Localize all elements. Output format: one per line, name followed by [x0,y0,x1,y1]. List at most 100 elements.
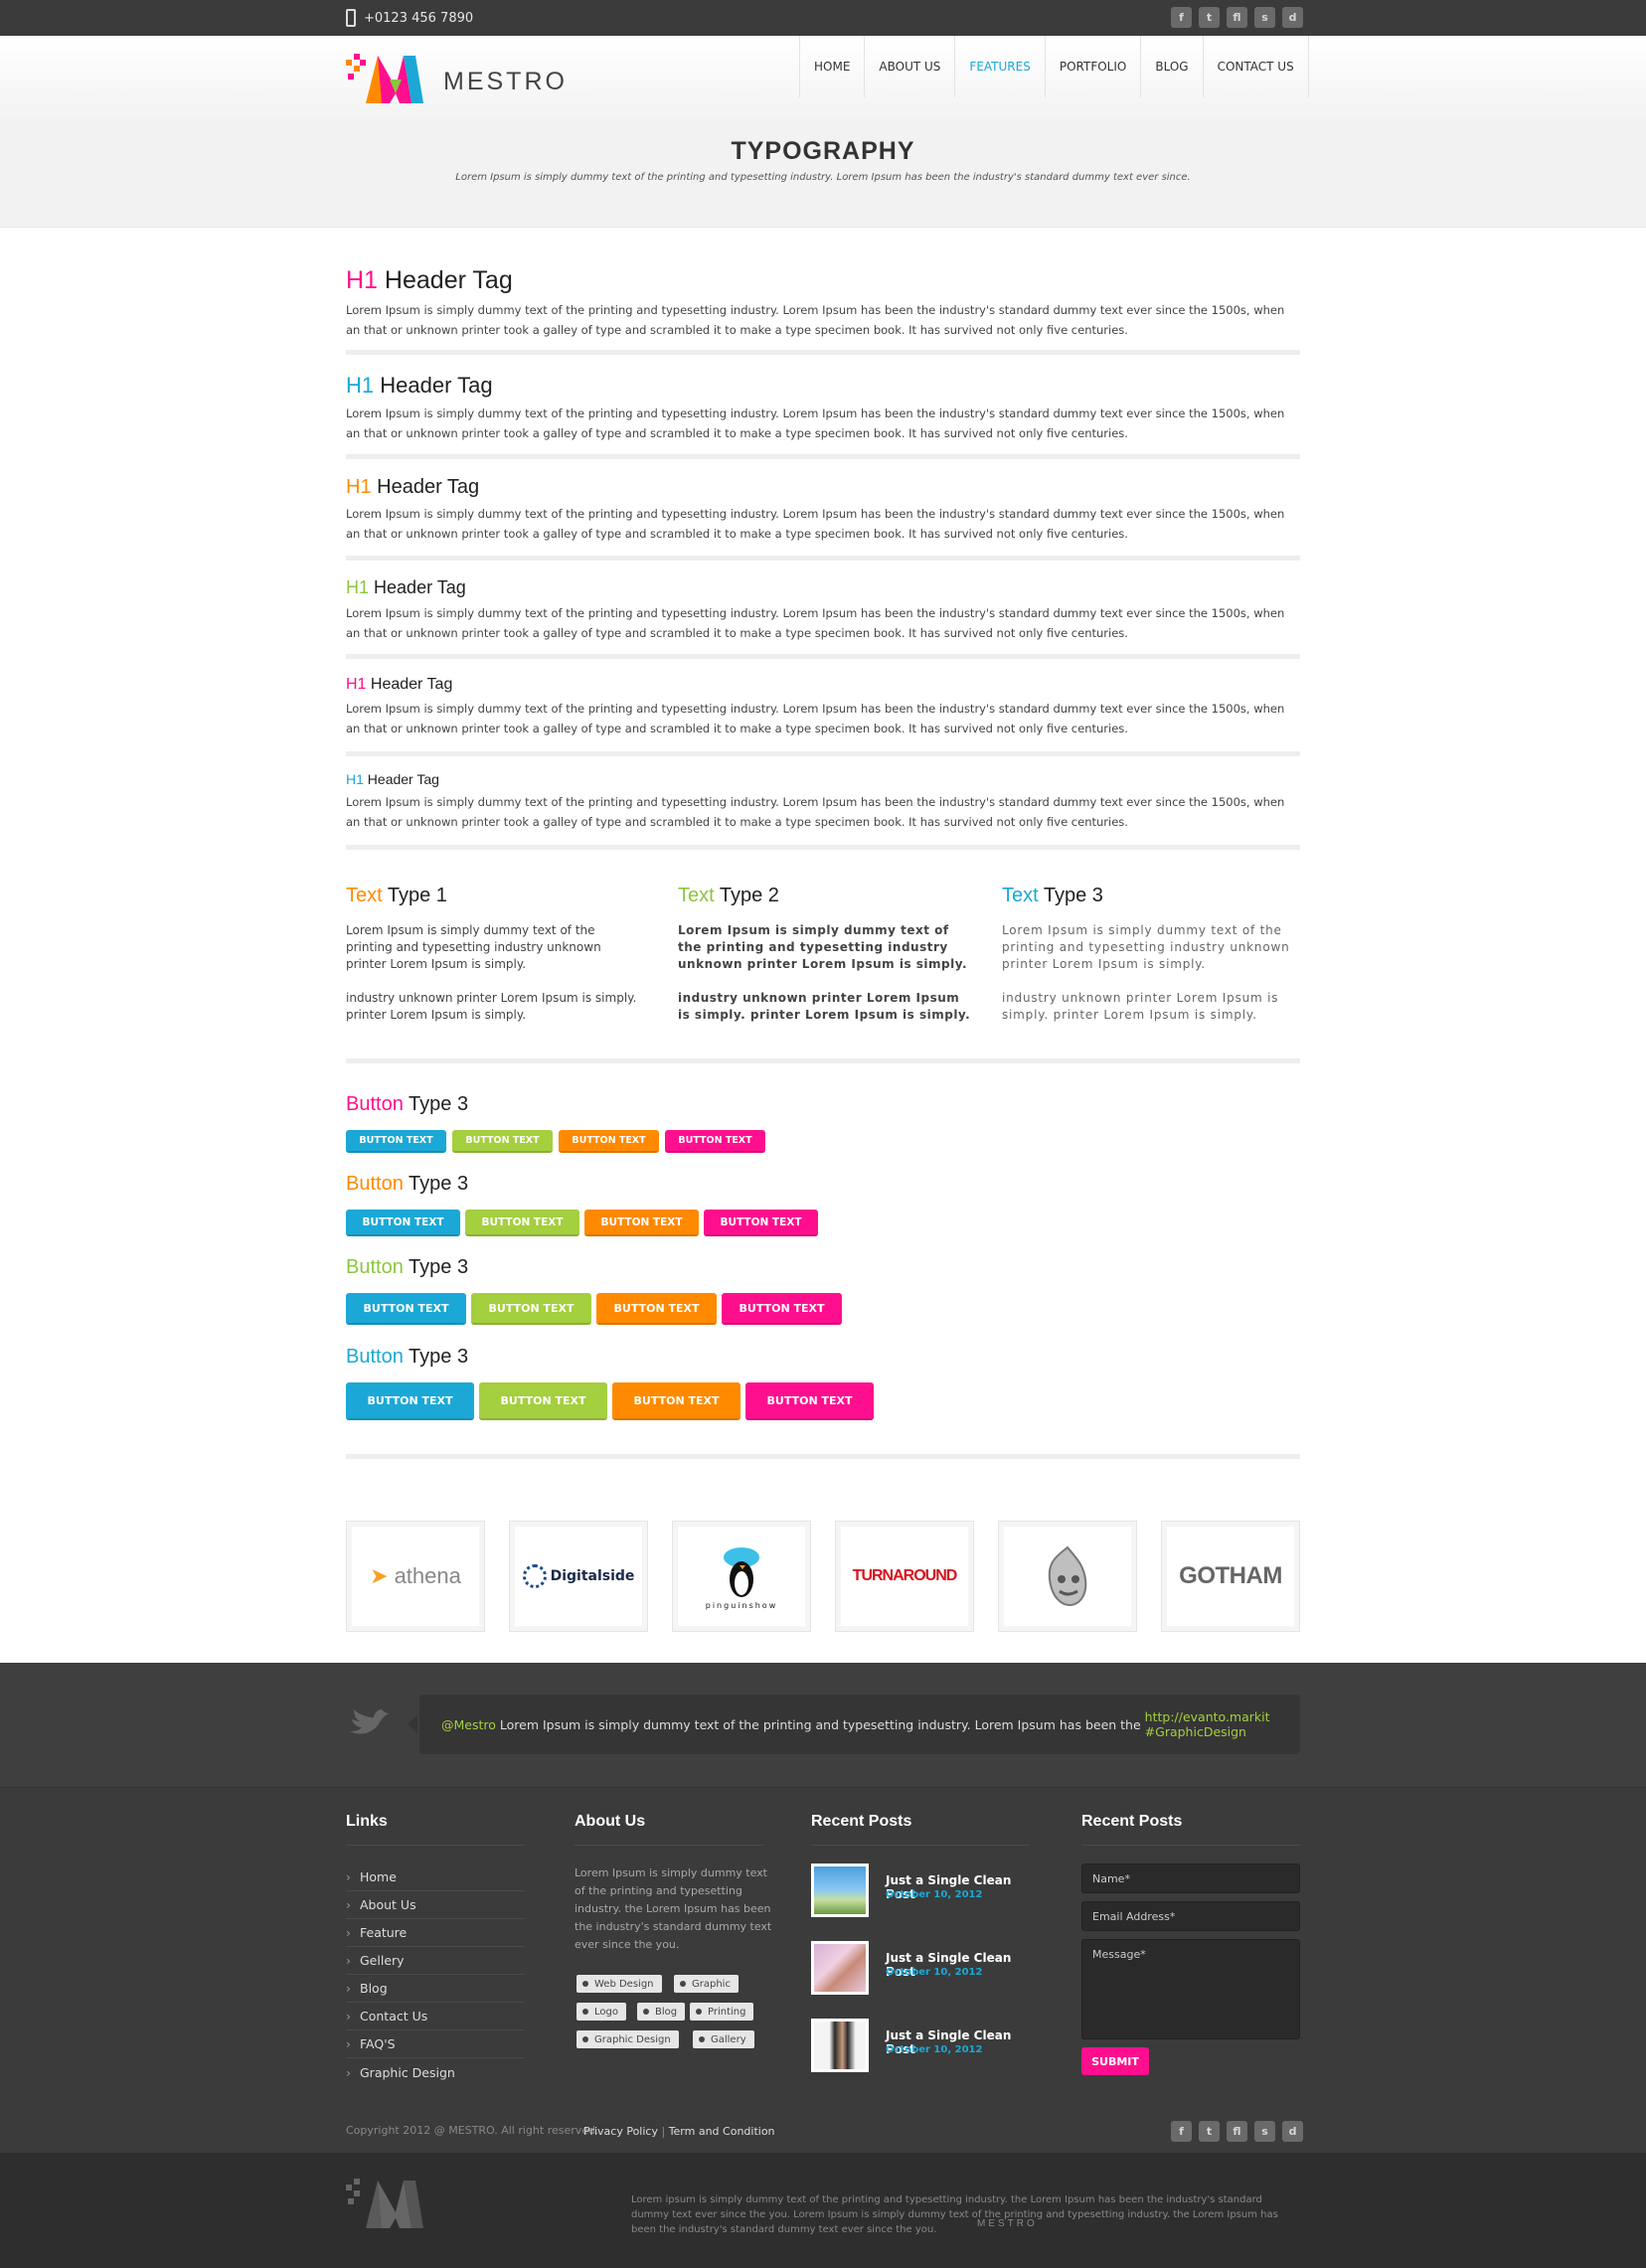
flickr-icon[interactable]: fl [1227,7,1247,28]
footer-link-feature[interactable]: Feature [346,1919,525,1947]
button-pink[interactable]: BUTTON TEXT [745,1382,874,1420]
header-paragraph: Lorem Ipsum is simply dummy text of the … [346,702,1285,735]
recent-post[interactable]: Just a Single Clean Post October 10, 201… [811,1863,1030,1917]
nav-home[interactable]: HOME [799,36,864,97]
button-blue[interactable]: BUTTON TEXT [346,1293,466,1325]
post-thumbnail[interactable] [811,1863,869,1917]
button-pink[interactable]: BUTTON TEXT [665,1130,765,1153]
partner-mascot[interactable] [998,1521,1137,1632]
terms-link[interactable]: Term and Condition [669,2125,775,2138]
footer-link-graphic-design[interactable]: Graphic Design [346,2058,525,2086]
tag-gallery[interactable]: Gallery [693,2030,754,2048]
button-orange[interactable]: BUTTON TEXT [612,1382,741,1420]
partner-name: TURNAROUND [852,1567,958,1584]
twitter-icon[interactable]: t [1199,2121,1220,2142]
name-field[interactable]: Name* [1081,1863,1300,1893]
nav-portfolio[interactable]: PORTFOLIO [1044,36,1141,97]
partner-turnaround[interactable]: TURNAROUND [835,1521,974,1632]
button-blue[interactable]: BUTTON TEXT [346,1130,446,1153]
text-type-accent: Text [678,885,715,906]
submit-button[interactable]: SUBMIT [1081,2047,1149,2075]
partner-name: GOTHAM [1179,1562,1282,1589]
text-type-paragraph: Lorem Ipsum is simply dummy text of the … [678,923,968,971]
logo-mark-icon [346,2179,423,2228]
button-orange[interactable]: BUTTON TEXT [559,1130,659,1153]
button-pink[interactable]: BUTTON TEXT [704,1210,818,1236]
header-tag-label: Header Tag [384,266,513,294]
page-subtitle: Lorem Ipsum is simply dummy text of the … [455,172,1191,183]
footer-form-title: Recent Posts [1081,1813,1183,1830]
header-tag-label: Header Tag [370,676,453,693]
nav-features[interactable]: FEATURES [954,36,1044,97]
button-group-accent: Button [346,1346,404,1368]
email-field[interactable]: Email Address* [1081,1901,1300,1931]
footer-logo[interactable]: MESTRO [346,2177,1035,2236]
tag-blog[interactable]: Blog [637,2003,686,2021]
twitter-icon[interactable]: t [1199,7,1220,28]
message-field[interactable]: Message* [1081,1939,1300,2039]
tweet-handle[interactable]: @Mestro [441,1717,496,1732]
separator: | [661,2125,666,2138]
logo[interactable]: MESTRO [346,52,568,111]
header-paragraph: Lorem Ipsum is simply dummy text of the … [346,795,1285,829]
tag-printing[interactable]: Printing [690,2003,754,2021]
button-blue[interactable]: BUTTON TEXT [346,1382,474,1420]
footer-link-home[interactable]: Home [346,1863,525,1891]
post-thumbnail[interactable] [811,1941,869,1995]
nav-contact-us[interactable]: CONTACT US [1202,36,1309,97]
skype-icon[interactable]: s [1254,7,1275,28]
button-green[interactable]: BUTTON TEXT [452,1130,553,1153]
footer-link-contact-us[interactable]: Contact Us [346,2003,525,2030]
logo-mark-icon [346,54,423,103]
nav-blog[interactable]: BLOG [1140,36,1202,97]
tag-web-design[interactable]: Web Design [576,1975,662,1993]
tag-graphic-design[interactable]: Graphic Design [576,2030,679,2048]
nav-about-us[interactable]: ABOUT US [864,36,954,97]
button-orange[interactable]: BUTTON TEXT [596,1293,717,1325]
recent-post[interactable]: Just a Single Clean Post October 10, 201… [811,2019,1030,2072]
header-paragraph: Lorem Ipsum is simply dummy text of the … [346,406,1285,440]
post-thumbnail[interactable] [811,2019,869,2072]
divider [346,1454,1300,1459]
partner-athena[interactable]: ➤ athena [346,1521,485,1632]
divider [346,654,1300,659]
footer-about-text: Lorem Ipsum is simply dummy text of the … [575,1866,772,1951]
footer-link-faqs[interactable]: FAQ'S [346,2030,525,2058]
privacy-policy-link[interactable]: Privacy Policy [583,2125,658,2138]
divider [346,454,1300,459]
button-green[interactable]: BUTTON TEXT [479,1382,607,1420]
footer-link-blog[interactable]: Blog [346,1975,525,2003]
dribbble-icon[interactable]: d [1282,2121,1303,2142]
button-orange[interactable]: BUTTON TEXT [584,1210,699,1236]
partner-digitalside[interactable]: Digitalside [509,1521,648,1632]
flickr-icon[interactable]: fl [1227,2121,1247,2142]
header-block-6: H1 Header Tag Lorem Ipsum is simply dumm… [346,771,1300,832]
tag-logo[interactable]: Logo [576,2003,626,2021]
tweet-link[interactable]: http://evanto.markit #GraphicDesign [1145,1709,1300,1739]
text-type-paragraph: industry unknown printer Lorem Ipsum is … [678,991,971,1022]
button-group-accent: Button [346,1093,404,1115]
button-group-label: Type 3 [409,1093,469,1115]
skype-icon[interactable]: s [1254,2121,1275,2142]
button-blue[interactable]: BUTTON TEXT [346,1210,460,1236]
recent-post[interactable]: Just a Single Clean Post October 10, 201… [811,1941,1030,1995]
facebook-icon[interactable]: f [1171,2121,1192,2142]
text-type-3: Text Type 3 Lorem Ipsum is simply dummy … [1002,885,1300,1024]
button-row-xlarge: BUTTON TEXT BUTTON TEXT BUTTON TEXT BUTT… [346,1382,874,1420]
partner-name: pinguinshow [705,1600,778,1610]
partner-pinguinshow[interactable]: pinguinshow [672,1521,811,1632]
text-type-label: Type 2 [719,885,779,906]
button-green[interactable]: BUTTON TEXT [471,1293,591,1325]
footer-link-about-us[interactable]: About Us [346,1891,525,1919]
footer-link-gellery[interactable]: Gellery [346,1947,525,1975]
header-paragraph: Lorem Ipsum is simply dummy text of the … [346,303,1285,337]
button-pink[interactable]: BUTTON TEXT [722,1293,842,1325]
button-green[interactable]: BUTTON TEXT [465,1210,579,1236]
tag-graphic[interactable]: Graphic [674,1975,739,1993]
phone-number: +0123 456 7890 [364,10,474,26]
dribbble-icon[interactable]: d [1282,7,1303,28]
button-group-4-heading: Button Type 3 [346,1346,468,1369]
facebook-icon[interactable]: f [1171,7,1192,28]
partner-gotham[interactable]: GOTHAM [1161,1521,1300,1632]
button-row-medium: BUTTON TEXT BUTTON TEXT BUTTON TEXT BUTT… [346,1210,818,1236]
